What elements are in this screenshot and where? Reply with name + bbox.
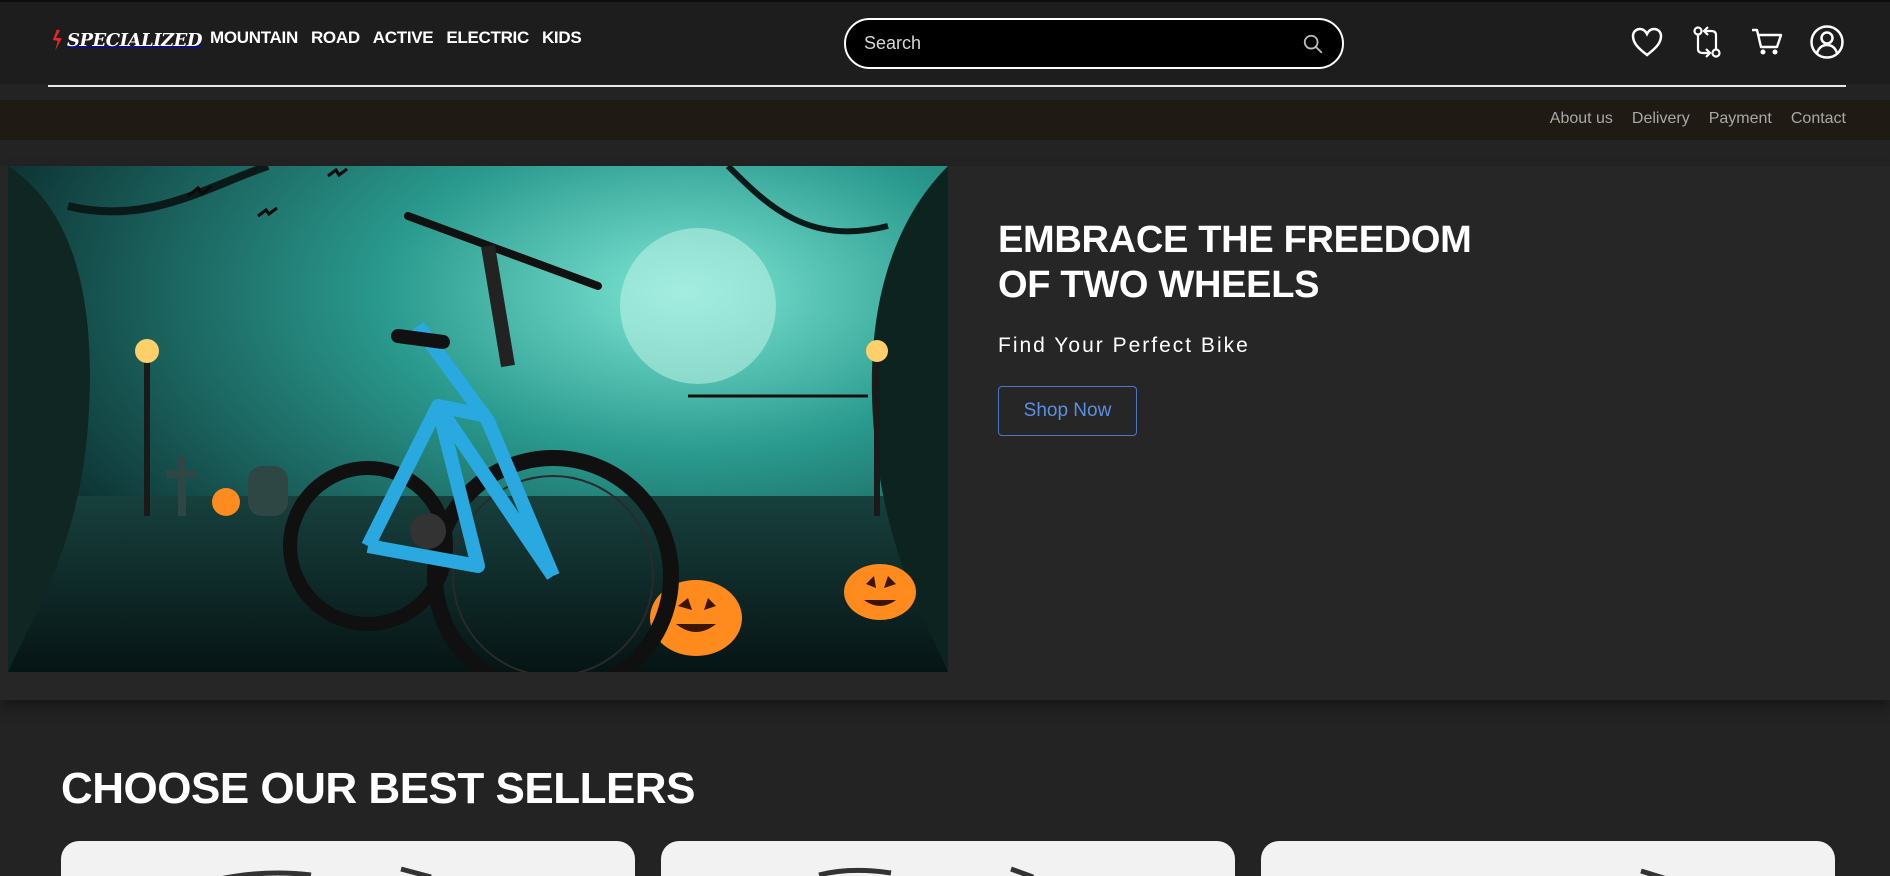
main-nav: MOUNTAIN ROAD ACTIVE ELECTRIC KIDS — [210, 28, 582, 48]
cart-icon[interactable] — [1748, 22, 1786, 62]
product-card[interactable] — [61, 841, 635, 876]
search-icon[interactable] — [1302, 33, 1324, 55]
header-divider — [48, 85, 1846, 87]
shop-now-button[interactable]: Shop Now — [998, 386, 1137, 436]
hero-title-line-2: OF TWO WHEELS — [998, 264, 1320, 306]
nav-contact[interactable]: Contact — [1791, 110, 1846, 128]
secondary-nav: About us Delivery Payment Contact — [1550, 110, 1846, 128]
header-icons — [1628, 22, 1846, 62]
nav-active[interactable]: ACTIVE — [373, 28, 434, 48]
secondary-bar: About us Delivery Payment Contact — [0, 100, 1890, 140]
nav-road[interactable]: ROAD — [311, 28, 360, 48]
nav-about-us[interactable]: About us — [1550, 110, 1613, 128]
hero-title-line-1: EMBRACE THE FREEDOM — [998, 219, 1472, 261]
specialized-s-icon — [52, 29, 62, 51]
logo-text: SPECIALIZED — [66, 29, 203, 51]
heart-icon[interactable] — [1628, 22, 1666, 62]
account-icon[interactable] — [1808, 22, 1846, 62]
search-bar — [844, 18, 1344, 69]
top-navbar: SPECIALIZED MOUNTAIN ROAD ACTIVE ELECTRI… — [0, 0, 1890, 87]
hero-subtitle: Find Your Perfect Bike — [998, 334, 1250, 357]
search-input[interactable] — [864, 33, 1302, 54]
nav-mountain[interactable]: MOUNTAIN — [210, 28, 298, 48]
hero-title: EMBRACE THE FREEDOM OF TWO WHEELS — [998, 218, 1598, 308]
compare-icon[interactable] — [1688, 22, 1726, 62]
brand-logo[interactable]: SPECIALIZED — [52, 12, 203, 68]
best-sellers-title: CHOOSE OUR BEST SELLERS — [61, 764, 695, 813]
nav-delivery[interactable]: Delivery — [1632, 110, 1690, 128]
product-card[interactable] — [1261, 841, 1835, 876]
nav-electric[interactable]: ELECTRIC — [446, 28, 529, 48]
nav-payment[interactable]: Payment — [1709, 110, 1772, 128]
product-card[interactable] — [661, 841, 1235, 876]
hero-section: EMBRACE THE FREEDOM OF TWO WHEELS Find Y… — [0, 166, 1890, 700]
hero-bike-image — [8, 166, 948, 672]
nav-kids[interactable]: KIDS — [542, 28, 582, 48]
